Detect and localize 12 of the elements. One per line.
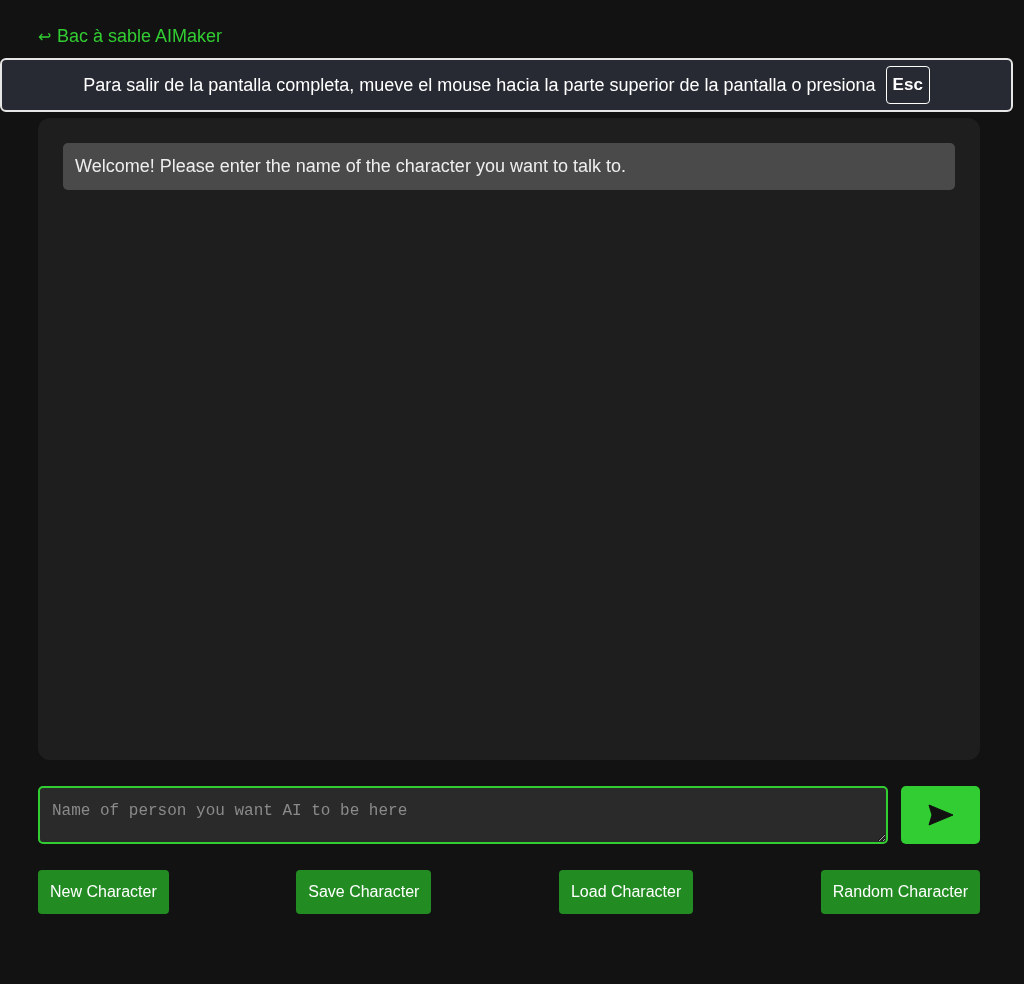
character-button[interactable]: Random Character (820, 870, 980, 914)
notice-text: Para salir de la pantalla completa, mueve el mouse hacia la parte superior de la pantalla o presiona (83, 74, 876, 96)
character-button[interactable]: New Character (38, 870, 169, 914)
chat-message: Welcome! Please enter the name of the character you want to talk to. (63, 143, 955, 190)
send-button[interactable] (901, 786, 980, 844)
return-arrow-icon: ↩ (38, 26, 51, 46)
esc-key: Esc (885, 66, 930, 104)
character-button[interactable]: Save Character (296, 870, 432, 914)
character-button[interactable]: Load Character (558, 870, 694, 914)
back-link[interactable]: ↩ Bac à sable AIMaker (38, 24, 223, 48)
input-field[interactable]: Name of person you want AI to be here (38, 786, 888, 844)
send-icon (927, 804, 954, 826)
